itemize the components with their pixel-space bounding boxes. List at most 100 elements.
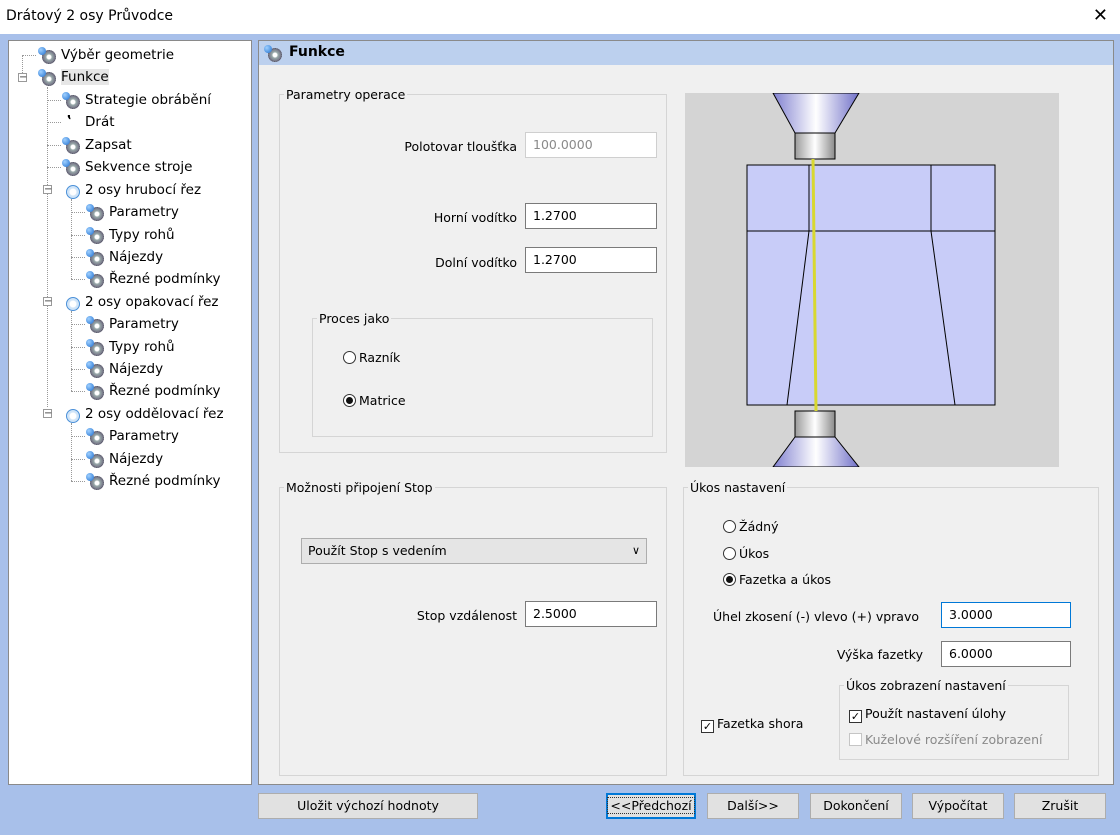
- tree-line: [71, 279, 85, 280]
- tree-expander-skim[interactable]: −: [43, 297, 52, 307]
- tree-item-rough-corners[interactable]: Typy rohů: [85, 225, 175, 245]
- radio-land-and-taper[interactable]: Fazetka a úkos: [723, 571, 831, 589]
- wire-icon: ‛: [67, 114, 72, 129]
- land-height-field[interactable]: 6.0000: [941, 641, 1071, 667]
- stop-options-group: Možnosti připojení Stop: [279, 480, 667, 776]
- tree-item-machine-sequence[interactable]: Sekvence stroje: [61, 157, 192, 177]
- close-icon[interactable]: ✕: [1093, 5, 1108, 26]
- land-height-label: Výška fazetky: [836, 647, 923, 662]
- gear-icon: [37, 46, 57, 64]
- tree-line: [71, 423, 72, 481]
- tree-line: [71, 311, 72, 391]
- radio-die[interactable]: Matrice: [343, 392, 406, 410]
- upper-guide-label: Horní vodítko: [433, 210, 517, 225]
- conical-extension-checkbox[interactable]: Kuželové rozšíření zobrazení: [849, 731, 1043, 749]
- previous-button[interactable]: <<Předchozí: [606, 793, 696, 819]
- tree-item-separation-cut[interactable]: 2 osy oddělovací řez: [61, 404, 224, 424]
- tree-item-wire[interactable]: ‛ Drát: [61, 112, 115, 132]
- gear-icon: [85, 248, 105, 266]
- tree-line: [71, 199, 72, 279]
- tree-item-skim-cut-conditions[interactable]: Řezné podmínky: [85, 381, 221, 401]
- tree-item-skim-parameters[interactable]: Parametry: [85, 314, 179, 334]
- gear-icon: [85, 472, 105, 490]
- use-task-settings-checkbox[interactable]: ✓ Použít nastavení úlohy: [849, 705, 1006, 723]
- gear-icon: [61, 91, 81, 109]
- tree-line: [47, 122, 61, 123]
- tree-line: [47, 145, 61, 146]
- tree-expander-rough[interactable]: −: [43, 185, 52, 195]
- tree-item-rough-cut-conditions[interactable]: Řezné podmínky: [85, 269, 221, 289]
- next-button[interactable]: Další>>: [707, 793, 799, 819]
- gear-outline-icon: [61, 181, 81, 199]
- taper-settings-legend: Úkos nastavení: [690, 480, 786, 495]
- taper-angle-field[interactable]: 3.0000: [941, 602, 1071, 628]
- gear-icon: [263, 44, 283, 62]
- window-title: Drátový 2 osy Průvodce: [6, 8, 174, 24]
- tree-item-skim-corners[interactable]: Typy rohů: [85, 337, 175, 357]
- save-defaults-button[interactable]: Uložit výchozí hodnoty: [258, 793, 478, 819]
- gear-icon: [85, 338, 105, 356]
- stop-options-legend: Možnosti připojení Stop: [286, 480, 433, 495]
- tree-item-write[interactable]: Zapsat: [61, 135, 132, 155]
- functions-panel: Funkce Parametry operace Polotovar tlouš…: [258, 40, 1114, 785]
- panel-header: Funkce: [259, 41, 1113, 65]
- dialog-client: − − − − Výběr geometrie Funkce Strategie…: [0, 34, 1120, 835]
- tree-line: [47, 100, 61, 101]
- lower-guide-field[interactable]: 1.2700: [525, 247, 657, 273]
- tree-line: [71, 391, 85, 392]
- tree-line: [71, 347, 85, 348]
- gear-icon: [85, 203, 105, 221]
- tree-item-rough-parameters[interactable]: Parametry: [85, 202, 179, 222]
- gear-icon: [85, 315, 105, 333]
- gear-outline-icon: [61, 405, 81, 423]
- tree-expander-separate[interactable]: −: [43, 409, 52, 419]
- chevron-down-icon: ∨: [631, 544, 640, 557]
- gear-icon: [37, 68, 57, 86]
- land-top-check-indicator: ✓: [701, 720, 714, 733]
- tree-item-strategy[interactable]: Strategie obrábění: [61, 90, 211, 110]
- taper-display-legend: Úkos zobrazení nastavení: [846, 678, 1006, 693]
- lower-nozzle-tip: [794, 410, 836, 438]
- tree-item-separation-cut-conditions[interactable]: Řezné podmínky: [85, 471, 221, 491]
- blank-thickness-field[interactable]: 100.0000: [525, 132, 657, 158]
- tree-expander-funkce[interactable]: −: [18, 73, 27, 83]
- panel-title: Funkce: [289, 44, 345, 60]
- stop-distance-field[interactable]: 2.5000: [525, 601, 657, 627]
- tree-line: [71, 436, 85, 437]
- tree-item-skim-cut[interactable]: 2 osy opakovací řez: [61, 292, 219, 312]
- tree-item-separation-parameters[interactable]: Parametry: [85, 426, 179, 446]
- gear-icon: [85, 360, 105, 378]
- tree-line: [71, 235, 85, 236]
- calculate-button[interactable]: Výpočítat: [912, 793, 1004, 819]
- gear-icon: [85, 450, 105, 468]
- tree-line: [71, 481, 85, 482]
- operation-parameters-legend: Parametry operace: [286, 87, 406, 102]
- cancel-button[interactable]: Zrušit: [1014, 793, 1106, 819]
- gear-icon: [85, 427, 105, 445]
- land-top-checkbox[interactable]: ✓ Fazetka shora: [701, 715, 803, 733]
- tree-item-functions[interactable]: Funkce: [37, 67, 109, 87]
- process-as-group: Proces jako: [312, 311, 653, 437]
- tree-item-rough-leads[interactable]: Nájezdy: [85, 247, 163, 267]
- upper-nozzle-tip: [794, 132, 836, 160]
- finish-button[interactable]: Dokončení: [810, 793, 902, 819]
- radio-taper-none[interactable]: Žádný: [723, 518, 778, 536]
- taper-angle-label: Úhel zkosení (-) vlevo (+) vpravo: [713, 609, 919, 624]
- radio-taper-indicator: [723, 547, 736, 560]
- wizard-tree: − − − − Výběr geometrie Funkce Strategie…: [8, 40, 252, 785]
- radio-taper[interactable]: Úkos: [723, 545, 769, 563]
- gear-icon: [85, 270, 105, 288]
- tree-item-separation-leads[interactable]: Nájezdy: [85, 449, 163, 469]
- stop-mode-select[interactable]: Použít Stop s vedením ∨: [301, 538, 647, 564]
- tree-item-geometry[interactable]: Výběr geometrie: [37, 45, 174, 65]
- stop-mode-value: Použít Stop s vedením: [308, 543, 447, 558]
- gear-icon: [85, 382, 105, 400]
- radio-punch[interactable]: Razník: [343, 349, 400, 367]
- lower-nozzle-cone: [772, 436, 860, 467]
- gear-icon: [61, 158, 81, 176]
- tree-item-skim-leads[interactable]: Nájezdy: [85, 359, 163, 379]
- upper-guide-field[interactable]: 1.2700: [525, 203, 657, 229]
- tree-item-rough-cut[interactable]: 2 osy hrubocí řez: [61, 180, 201, 200]
- tree-line: [22, 55, 36, 56]
- process-as-legend: Proces jako: [319, 311, 390, 326]
